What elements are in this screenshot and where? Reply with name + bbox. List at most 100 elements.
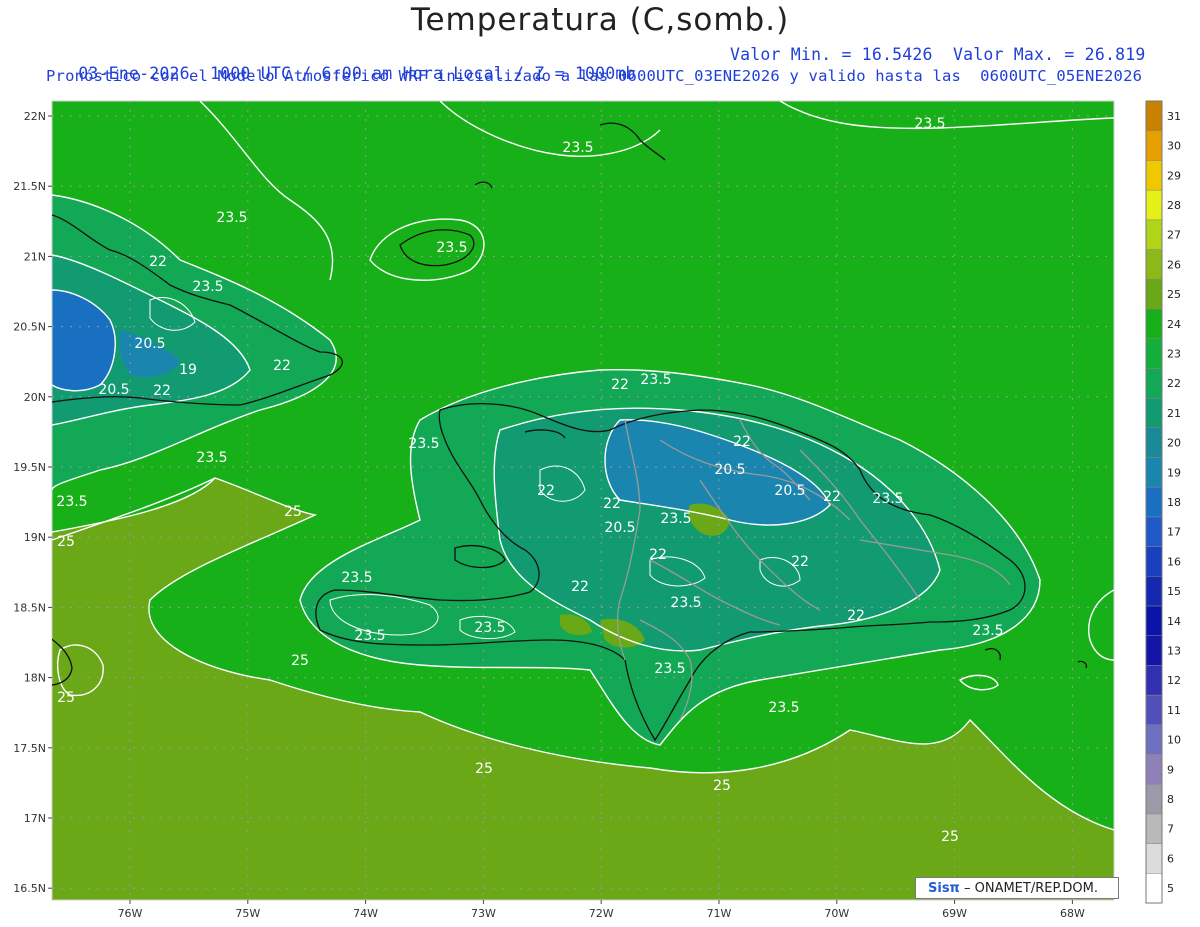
lon-label: 75W [235,907,260,920]
lat-label: 21.5N [13,180,46,193]
lat-label: 19N [24,531,46,544]
contour-label: 23.5 [436,240,467,256]
lon-label: 72W [589,907,614,920]
lat-label: 17.5N [13,742,46,755]
colorbar-swatch [1145,754,1163,785]
contour-label: 20.5 [98,382,129,398]
contour-label: 19 [179,362,197,378]
colorbar-label: 17 [1167,526,1181,539]
colorbar-swatch [1145,457,1163,488]
contour-label: 23.5 [914,116,945,132]
colorbar-swatch [1145,368,1163,399]
credit-text: – ONAMET/REP.DOM. [963,881,1099,896]
colorbar-swatch [1145,576,1163,607]
colorbar-label: 15 [1167,585,1181,598]
contour-label: 20.5 [604,520,635,536]
contour-label: 23.5 [670,595,701,611]
colorbar-label: 11 [1167,704,1181,717]
colorbar-swatch [1145,160,1163,191]
contour-label: 22 [611,377,629,393]
colorbar-swatch [1145,813,1163,844]
lon-label: 70W [824,907,849,920]
contour-label: 22 [791,554,809,570]
contour-label: 22 [733,434,751,450]
lon-label: 76W [118,907,143,920]
contour-label: 20.5 [134,336,165,352]
contour-label: 22 [273,358,291,374]
colorbar-label: 18 [1167,496,1181,509]
contour-label: 25 [475,761,493,777]
contour-label: 23.5 [654,661,685,677]
contour-label: 22 [537,483,555,499]
colorbar-label: 5 [1167,882,1174,895]
contour-label: 20.5 [774,483,805,499]
colorbar-swatch [1145,546,1163,577]
contour-label: 23.5 [408,436,439,452]
colorbar-label: 28 [1167,199,1181,212]
colorbar-swatch [1145,189,1163,221]
colorbar-label: 12 [1167,674,1181,687]
colorbar-swatch [1145,278,1163,310]
colorbar-swatch [1145,635,1163,666]
colorbar-label: 30 [1167,140,1181,153]
lat-label: 16.5N [13,882,46,895]
contour-label: 25 [57,690,75,706]
colorbar-label: 7 [1167,823,1174,836]
colorbar-label: 23 [1167,347,1181,360]
page-title: Temperatura (C,somb.) [410,2,790,38]
colorbar: 5 6 7 8 9 10 11 12 13 14 15 16 17 18 19 20 21 22 23 24 25 26 2… [1145,100,1181,904]
contour-label: 25 [291,653,309,669]
colorbar-label: 22 [1167,377,1181,390]
colorbar-label: 29 [1167,169,1181,182]
contour-label: 20.5 [714,462,745,478]
colorbar-label: 13 [1167,645,1181,658]
contour-label: 23.5 [192,279,223,295]
colorbar-swatch [1145,486,1163,518]
colorbar-label: 9 [1167,763,1174,776]
contour-label: 23.5 [660,511,691,527]
lat-label: 20.5N [13,321,46,334]
colorbar-swatch [1145,427,1163,458]
lon-label: 71W [707,907,732,920]
contour-label: 23.5 [341,570,372,586]
colorbar-label: 6 [1167,852,1174,865]
colorbar-label: 27 [1167,229,1181,242]
colorbar-swatch [1145,843,1163,874]
latitude-axis: 22N 21.5N 21N 20.5N 20N 19.5N 19N 18.5N 18N 17.5N… [13,110,52,895]
contour-label: 23.5 [196,450,227,466]
colorbar-swatch [1145,130,1163,161]
longitude-axis: 76W 75W 74W 73W 72W 71W 70W 69W 68W [118,900,1085,920]
contour-label: 22 [603,496,621,512]
contour-label: 23.5 [216,210,247,226]
contour-label: 22 [823,489,841,505]
contour-label: 23.5 [56,494,87,510]
colorbar-label: 8 [1167,793,1174,806]
colorbar-swatch [1145,219,1163,250]
colorbar-swatch [1145,724,1163,755]
map-plot-area [52,101,1114,900]
lat-label: 21N [24,250,46,263]
lat-label: 18N [24,672,46,685]
colorbar-label: 16 [1167,555,1181,568]
contour-label: 25 [57,534,75,550]
contour-label: 23.5 [354,628,385,644]
colorbar-swatch [1145,694,1163,726]
sispi-logo: Sisπ [928,881,960,896]
contour-label: 23.5 [768,700,799,716]
colorbar-label: 26 [1167,258,1181,271]
lat-label: 22N [24,110,46,123]
colorbar-swatch [1145,516,1163,547]
colorbar-label: 24 [1167,318,1181,331]
contour-label: 25 [284,504,302,520]
contour-label: 22 [149,254,167,270]
subtitle-line2: Pronóstico con el Modelo Atmosferico WRF… [46,67,1143,85]
colorbar-swatch [1145,249,1163,280]
contour-label: 22 [847,608,865,624]
lon-label: 69W [942,907,967,920]
temperature-map: 22N 21.5N 21N 20.5N 20N 19.5N 19N 18.5N 18N 17.5N… [13,100,1181,920]
colorbar-label: 10 [1167,734,1181,747]
contour-label: 25 [713,778,731,794]
colorbar-swatch [1145,873,1163,904]
colorbar-swatch [1145,100,1163,131]
lat-label: 19.5N [13,461,46,474]
